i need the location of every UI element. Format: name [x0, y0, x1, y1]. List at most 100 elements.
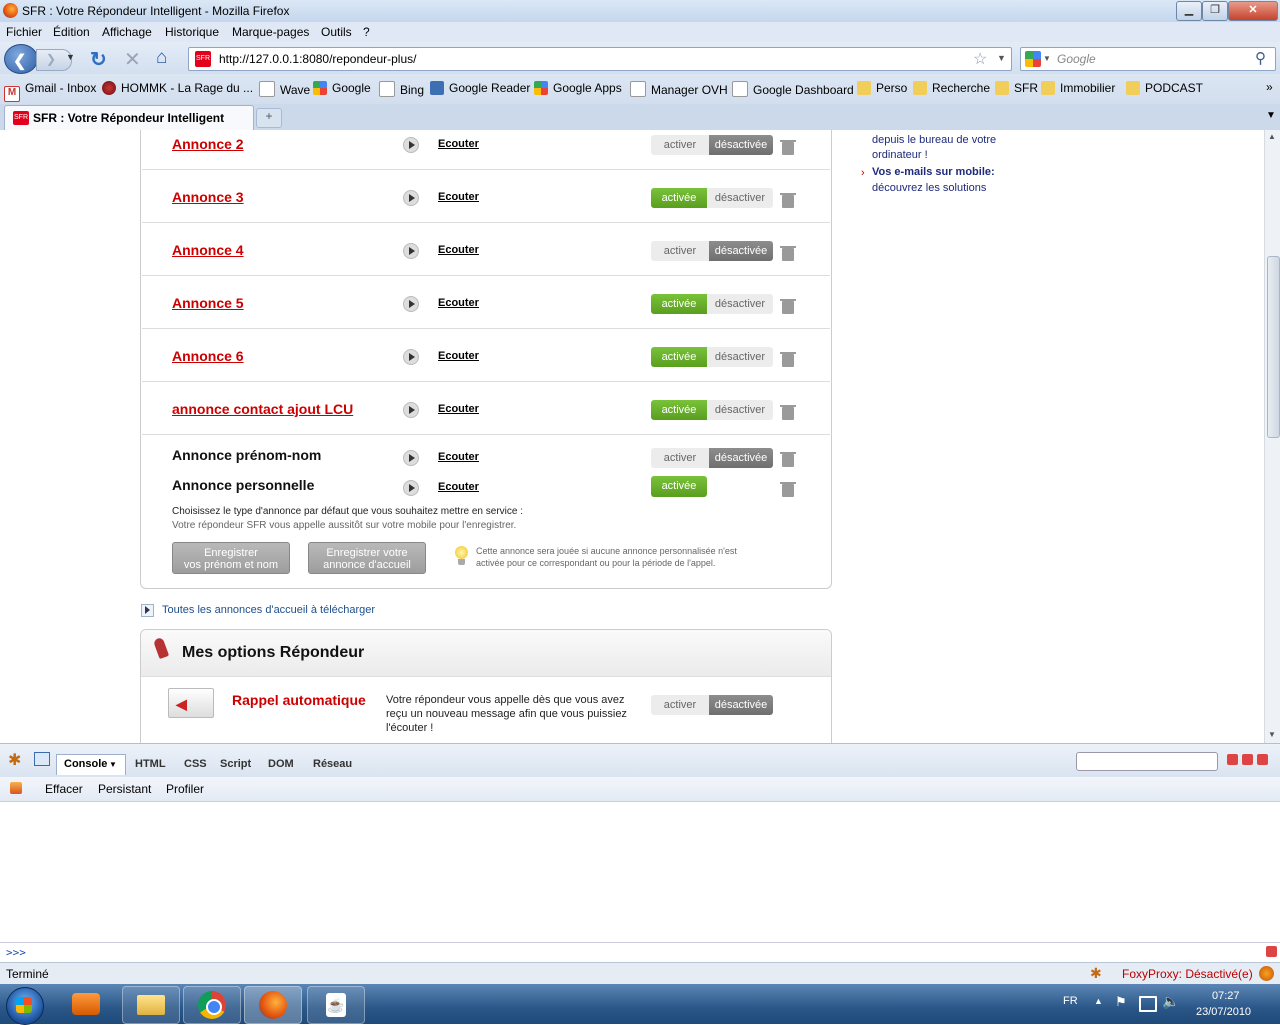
- persistant-button[interactable]: Persistant: [98, 782, 151, 796]
- console-error-icon[interactable]: [10, 782, 22, 794]
- network-icon[interactable]: [1139, 996, 1157, 1012]
- desactivee-button[interactable]: désactivée: [709, 695, 773, 715]
- activer-button[interactable]: activer: [651, 695, 709, 715]
- vertical-scrollbar[interactable]: ▲ ▼: [1264, 130, 1280, 743]
- new-tab-button[interactable]: +: [256, 108, 282, 128]
- trash-icon[interactable]: [780, 482, 796, 497]
- menu-marque-pages[interactable]: Marque-pages: [232, 25, 309, 39]
- taskbar-chrome[interactable]: [183, 986, 241, 1024]
- announcement-title[interactable]: Annonce 4: [172, 242, 244, 258]
- media-player-icon[interactable]: [72, 993, 100, 1015]
- play-icon[interactable]: [403, 480, 419, 496]
- activee-button[interactable]: activée: [651, 188, 707, 208]
- scroll-down-icon[interactable]: ▼: [1268, 730, 1276, 739]
- play-icon[interactable]: [403, 450, 419, 466]
- announcement-title[interactable]: Annonce 3: [172, 189, 244, 205]
- bookmark-wave[interactable]: Wave: [259, 81, 310, 97]
- desactivee-button[interactable]: désactivée: [709, 241, 773, 261]
- firebug-tab-dom[interactable]: DOM: [268, 758, 294, 770]
- play-icon[interactable]: [403, 296, 419, 312]
- ecouter-link[interactable]: Ecouter: [438, 481, 479, 493]
- close-button[interactable]: ✕: [1228, 1, 1278, 21]
- download-link[interactable]: Toutes les annonces d'accueil à téléchar…: [162, 604, 375, 616]
- inspect-icon[interactable]: [34, 752, 50, 766]
- taskbar-explorer[interactable]: [122, 986, 180, 1024]
- announcement-title[interactable]: annonce contact ajout LCU: [172, 401, 353, 417]
- firebug-bug-icon[interactable]: ✱: [8, 750, 21, 770]
- bookmarks-overflow-icon[interactable]: »: [1266, 80, 1273, 94]
- firebug-tab-css[interactable]: CSS: [184, 758, 207, 770]
- tab-list-icon[interactable]: ▼: [1266, 110, 1276, 121]
- clock-date[interactable]: 23/07/2010: [1196, 1006, 1251, 1018]
- record-name-button[interactable]: Enregistrer vos prénom et nom: [172, 542, 290, 574]
- ecouter-link[interactable]: Ecouter: [438, 403, 479, 415]
- profiler-button[interactable]: Profiler: [166, 782, 204, 796]
- bookmark-folder-recherche[interactable]: Recherche: [913, 81, 990, 95]
- ecouter-link[interactable]: Ecouter: [438, 191, 479, 203]
- ecouter-link[interactable]: Ecouter: [438, 138, 479, 150]
- firebug-tab-console[interactable]: Console ▼: [56, 754, 126, 775]
- clock-time[interactable]: 07:27: [1212, 990, 1240, 1002]
- desactiver-button[interactable]: désactiver: [707, 347, 773, 367]
- firebug-search-input[interactable]: [1076, 752, 1218, 771]
- action-center-flag-icon[interactable]: ⚑: [1115, 994, 1127, 1010]
- history-dropdown-icon[interactable]: ▼: [66, 52, 75, 62]
- bookmark-google-dashboard[interactable]: Google Dashboard: [732, 81, 854, 97]
- bookmark-folder-perso[interactable]: Perso: [857, 81, 907, 95]
- expand-command-icon[interactable]: [1266, 946, 1277, 957]
- maximize-button[interactable]: ❐: [1202, 1, 1228, 21]
- firebug-command-line[interactable]: >>>: [0, 942, 1280, 963]
- firebug-minimize-icon[interactable]: [1227, 754, 1238, 765]
- announcement-title[interactable]: Annonce 6: [172, 348, 244, 364]
- url-dropdown-icon[interactable]: ▼: [997, 53, 1006, 63]
- bookmark-google-reader[interactable]: Google Reader: [430, 81, 530, 95]
- play-icon[interactable]: [403, 137, 419, 153]
- bookmark-google[interactable]: Google: [313, 81, 371, 95]
- tray-show-hidden-icon[interactable]: ▲: [1094, 996, 1103, 1006]
- menu-fichier[interactable]: Fichier: [6, 25, 42, 39]
- search-icon[interactable]: ⚲: [1255, 49, 1266, 67]
- sidebar-link-title[interactable]: Vos e-mails sur mobile:: [872, 166, 995, 178]
- trash-icon[interactable]: [780, 193, 796, 208]
- play-icon[interactable]: [403, 243, 419, 259]
- desactivee-button[interactable]: désactivée: [709, 135, 773, 155]
- menu-affichage[interactable]: Affichage: [102, 25, 152, 39]
- volume-icon[interactable]: 🔈: [1162, 993, 1179, 1010]
- trash-icon[interactable]: [780, 452, 796, 467]
- activee-button[interactable]: activée: [651, 294, 707, 314]
- activee-button[interactable]: activée: [651, 400, 707, 420]
- activee-button[interactable]: activée: [651, 347, 707, 367]
- menu-outils[interactable]: Outils: [321, 25, 352, 39]
- bookmark-folder-sfr[interactable]: SFR: [995, 81, 1038, 95]
- tab-sfr[interactable]: SFR SFR : Votre Répondeur Intelligent: [4, 105, 254, 130]
- ecouter-link[interactable]: Ecouter: [438, 350, 479, 362]
- stop-icon[interactable]: ✕: [124, 47, 141, 72]
- record-welcome-button[interactable]: Enregistrer votre annonce d'accueil: [308, 542, 426, 574]
- scroll-up-icon[interactable]: ▲: [1268, 132, 1276, 141]
- firebug-tab-html[interactable]: HTML: [135, 758, 166, 770]
- scroll-thumb[interactable]: [1267, 256, 1280, 438]
- engine-dropdown-icon[interactable]: ▼: [1043, 54, 1051, 63]
- url-bar[interactable]: SFR http://127.0.0.1:8080/repondeur-plus…: [188, 47, 1012, 71]
- bookmark-bing[interactable]: Bing: [379, 81, 424, 97]
- sidebar-link-sub[interactable]: découvrez les solutions: [872, 182, 986, 194]
- bookmark-manager-ovh[interactable]: Manager OVH: [630, 81, 728, 97]
- trash-icon[interactable]: [780, 405, 796, 420]
- bookmark-star-icon[interactable]: ☆: [973, 49, 987, 69]
- trash-icon[interactable]: [780, 246, 796, 261]
- play-icon[interactable]: [403, 349, 419, 365]
- bookmark-folder-immobilier[interactable]: Immobilier: [1041, 81, 1115, 95]
- desactiver-button[interactable]: désactiver: [707, 188, 773, 208]
- search-bar[interactable]: ▼ Google ⚲: [1020, 47, 1276, 71]
- home-icon[interactable]: ⌂: [156, 47, 167, 69]
- bookmark-hommk[interactable]: HOMMK - La Rage du ...: [102, 81, 253, 95]
- effacer-button[interactable]: Effacer: [45, 782, 83, 796]
- bookmark-google-apps[interactable]: Google Apps: [534, 81, 622, 95]
- firebug-close-icon[interactable]: [1257, 754, 1268, 765]
- play-icon[interactable]: [403, 402, 419, 418]
- firebug-status-icon[interactable]: ✱: [1090, 965, 1102, 982]
- foxyproxy-icon[interactable]: [1259, 966, 1274, 981]
- bookmark-folder-podcast[interactable]: PODCAST: [1126, 81, 1203, 95]
- trash-icon[interactable]: [780, 352, 796, 367]
- firebug-tab-script[interactable]: Script: [220, 758, 251, 770]
